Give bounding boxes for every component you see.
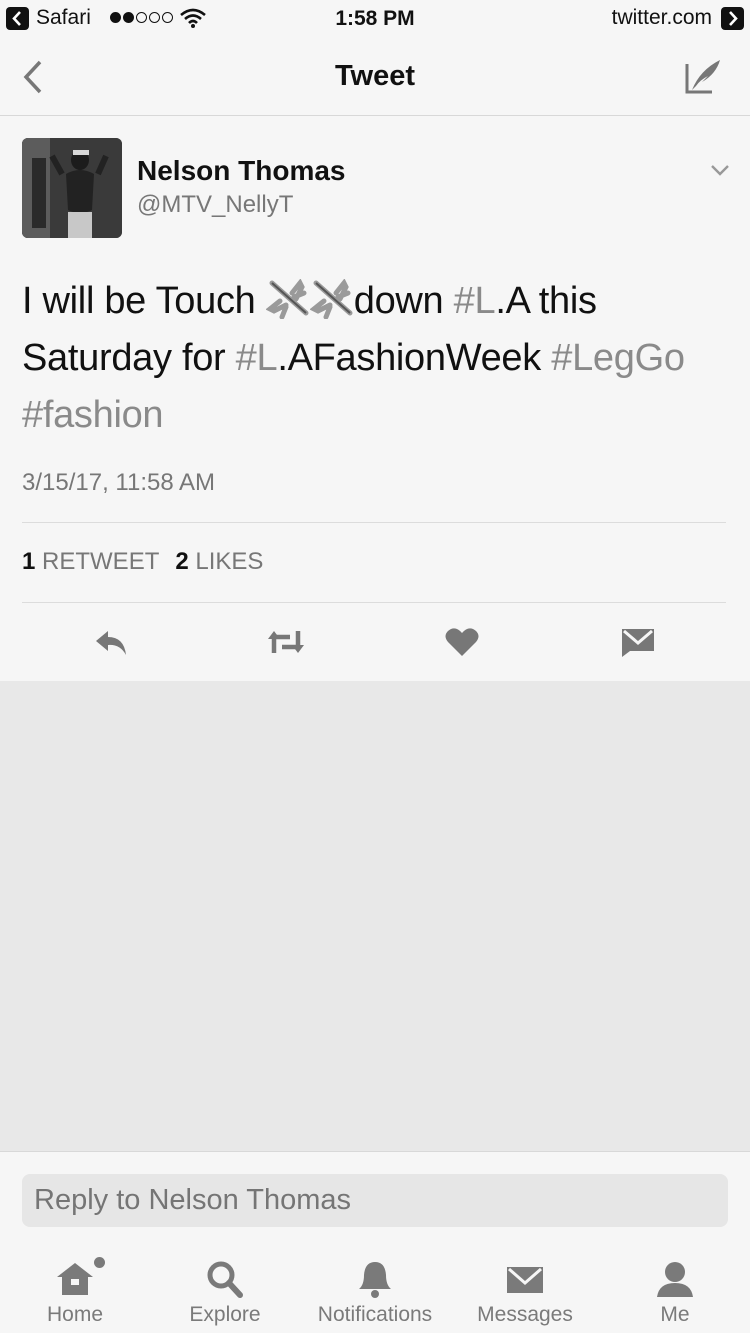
status-bar: Safari 1:58 PM twitter.com <box>0 0 750 38</box>
direct-message-icon[interactable] <box>618 625 658 659</box>
hashtag-link[interactable]: #L <box>454 280 496 322</box>
tweet-text-part: down <box>353 280 454 322</box>
tweet-timestamp: 3/15/17, 11:58 AM <box>22 469 216 496</box>
retweet-stat[interactable]: 1 RETWEET <box>22 548 159 576</box>
status-url[interactable]: twitter.com <box>612 6 712 30</box>
hashtag-link[interactable]: #fashion <box>22 394 164 436</box>
like-heart-icon[interactable] <box>442 625 482 659</box>
tab-label: Home <box>46 1303 104 1326</box>
tab-home[interactable]: Home <box>0 1239 150 1333</box>
person-icon <box>657 1262 693 1297</box>
likes-stat[interactable]: 2 LIKES <box>175 548 263 576</box>
author-name[interactable]: Nelson Thomas <box>137 155 345 187</box>
airplane-emoji-icon <box>265 279 309 319</box>
retweet-count: 1 <box>22 548 36 575</box>
tweet-text: I will be Touch down #L.A this Saturday … <box>22 273 722 444</box>
reply-input[interactable] <box>22 1174 728 1227</box>
retweet-icon[interactable] <box>266 625 306 659</box>
envelope-icon <box>507 1267 543 1293</box>
divider <box>22 522 726 523</box>
tweet-detail: Nelson Thomas @MTV_NellyT I will be Touc… <box>0 117 750 681</box>
tab-messages[interactable]: Messages <box>450 1239 600 1333</box>
author-handle[interactable]: @MTV_NellyT <box>137 191 293 219</box>
reply-icon[interactable] <box>92 625 132 659</box>
compose-tweet-icon[interactable] <box>682 56 724 98</box>
home-icon <box>57 1263 93 1295</box>
tab-notifications[interactable]: Notifications <box>300 1239 450 1333</box>
tab-label: Notifications <box>317 1303 433 1326</box>
hashtag-link[interactable]: #L <box>236 337 278 379</box>
tab-explore[interactable]: Explore <box>150 1239 300 1333</box>
tweet-stats: 1 RETWEET 2 LIKES <box>22 548 263 576</box>
airplane-emoji-icon <box>309 279 353 319</box>
retweet-label: RETWEET <box>42 548 160 575</box>
like-count: 2 <box>175 548 189 575</box>
forward-to-site-icon[interactable] <box>721 7 744 30</box>
navigation-bar: Tweet <box>0 38 750 116</box>
chevron-down-icon[interactable] <box>710 163 730 177</box>
likes-label: LIKES <box>195 548 264 575</box>
tab-me[interactable]: Me <box>600 1239 750 1333</box>
tweet-actions <box>0 617 750 667</box>
tweet-text-part: I will be Touch <box>22 280 266 322</box>
reply-bar <box>0 1151 750 1239</box>
hashtag-link[interactable]: #LegGo <box>551 337 685 379</box>
search-icon <box>207 1261 243 1298</box>
empty-replies-area <box>0 681 750 1151</box>
tab-label: Me <box>660 1303 690 1326</box>
divider <box>22 602 726 603</box>
tab-label: Explore <box>189 1303 261 1326</box>
tab-bar: Home Explore Notifications Messages Me <box>0 1239 750 1333</box>
new-content-indicator <box>94 1257 105 1268</box>
tab-label: Messages <box>477 1303 573 1326</box>
avatar[interactable] <box>22 138 122 238</box>
bell-icon <box>359 1262 391 1298</box>
tweet-text-part: .AFashionWeek <box>277 337 552 379</box>
page-title: Tweet <box>334 60 416 92</box>
